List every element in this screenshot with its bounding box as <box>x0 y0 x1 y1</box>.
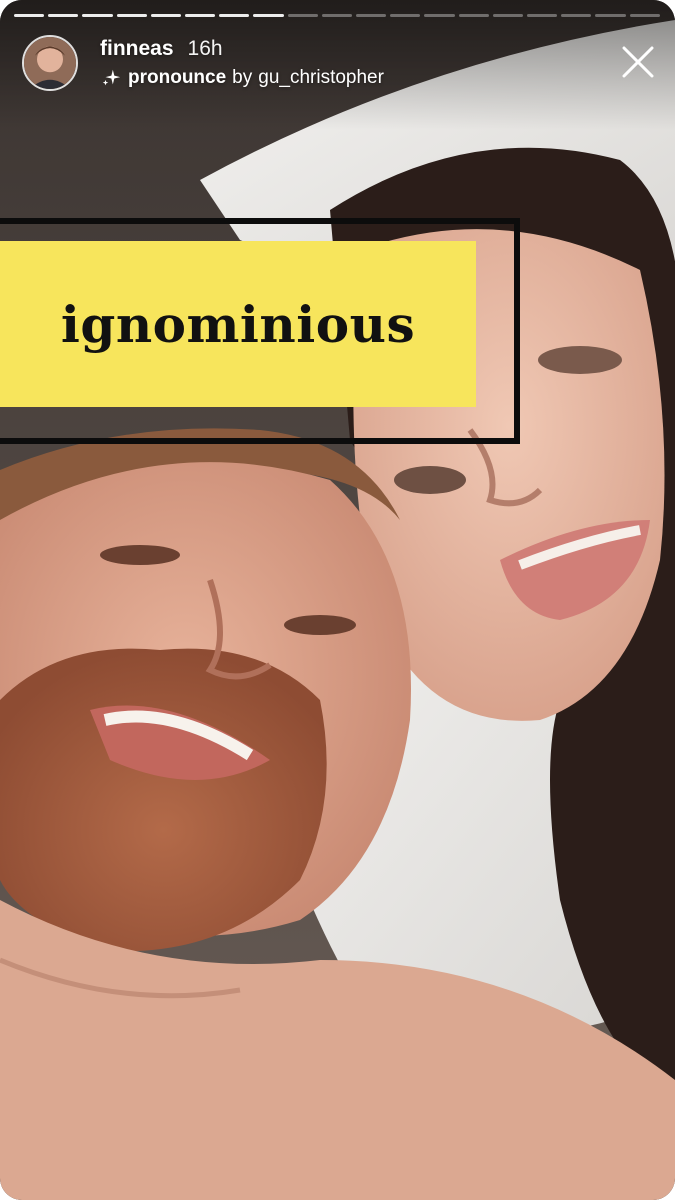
progress-segment <box>150 14 182 17</box>
word-text: ignominious <box>60 294 416 354</box>
effect-attribution[interactable]: pronounce by gu_christopher <box>100 66 384 90</box>
story-user-line: finneas 16h <box>100 36 384 62</box>
progress-segment <box>629 14 660 17</box>
word-card: ignominious <box>0 241 476 407</box>
story-progress-bar <box>14 14 660 18</box>
progress-segment <box>253 14 284 17</box>
progress-segment <box>82 14 113 17</box>
avatar-image <box>24 37 76 89</box>
progress-segment <box>287 14 318 17</box>
story-header: finneas 16h pronounce by gu_christopher <box>22 34 384 92</box>
story-viewer: finneas 16h pronounce by gu_christopher … <box>0 0 675 1200</box>
progress-segment <box>492 14 524 17</box>
progress-segment <box>390 14 421 17</box>
progress-segment <box>321 14 353 17</box>
progress-segment <box>356 14 387 17</box>
progress-segment <box>185 14 216 17</box>
avatar[interactable] <box>22 35 78 91</box>
story-meta: finneas 16h pronounce by gu_christopher <box>100 36 384 90</box>
progress-segment <box>561 14 592 17</box>
progress-segment <box>424 14 455 17</box>
story-photo <box>0 0 675 1200</box>
progress-segment <box>14 14 45 17</box>
progress-segment <box>595 14 626 17</box>
close-icon <box>622 46 654 78</box>
progress-segment <box>116 14 147 17</box>
effect-by-label: by <box>232 67 253 88</box>
progress-segment <box>527 14 558 17</box>
story-timestamp: 16h <box>187 37 223 60</box>
close-button[interactable] <box>616 40 660 84</box>
sparkle-icon <box>102 69 121 86</box>
progress-segment <box>219 14 250 17</box>
username-link[interactable]: finneas <box>100 36 174 62</box>
effect-creator: gu_christopher <box>258 67 384 88</box>
effect-name: pronounce <box>128 67 227 88</box>
progress-segment <box>48 14 79 17</box>
progress-segment <box>458 14 489 17</box>
